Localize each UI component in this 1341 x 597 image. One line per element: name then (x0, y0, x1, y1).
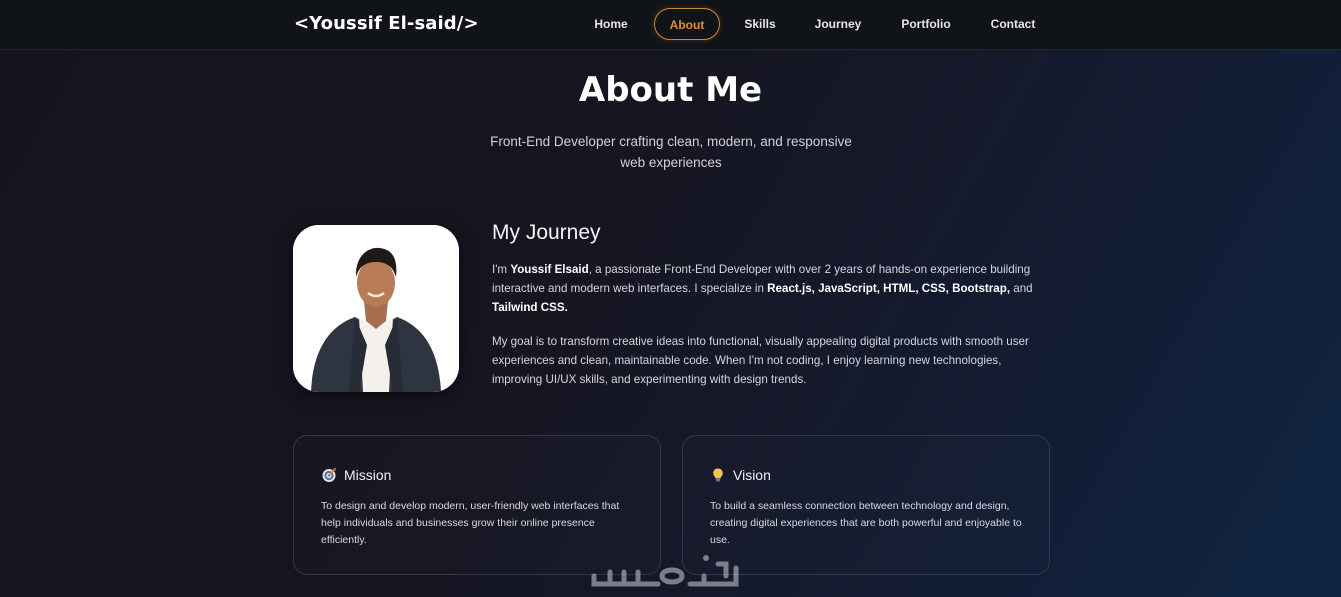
name-highlight: Youssif Elsaid (510, 263, 589, 276)
nav-contact[interactable]: Contact (983, 8, 1043, 40)
vision-card-title: Vision (710, 467, 771, 483)
nav-journey[interactable]: Journey (806, 8, 870, 40)
mission-card-title: Mission (321, 467, 391, 483)
vision-card-text: To build a seamless connection between t… (710, 500, 1022, 546)
skills-highlight: React.js, JavaScript, HTML, CSS, Bootstr… (767, 282, 1011, 295)
profile-photo (293, 225, 459, 392)
brand-logo[interactable]: <Youssif El-said/> (294, 13, 479, 34)
skills-highlight-last: Tailwind CSS. (492, 301, 568, 314)
target-icon (322, 467, 337, 482)
nav-home[interactable]: Home (584, 8, 638, 40)
my-journey-heading: My Journey (492, 221, 601, 244)
lightbulb-icon (713, 468, 723, 482)
navbar: <Youssif El-said/> Home About Skills Jou… (0, 0, 1341, 50)
page-subtitle: Front-End Developer crafting clean, mode… (490, 134, 852, 170)
watermark-logo (591, 555, 739, 587)
nav-about[interactable]: About (654, 8, 720, 40)
nav-skills[interactable]: Skills (735, 8, 785, 40)
page-title: About Me (578, 70, 763, 110)
nav-portfolio[interactable]: Portfolio (891, 8, 961, 40)
mission-card-text: To design and develop modern, user-frien… (321, 500, 620, 546)
journey-goal-paragraph: My goal is to transform creative ideas i… (492, 335, 1029, 386)
journey-intro-paragraph: I'm Youssif Elsaid, a passionate Front-E… (492, 263, 1033, 314)
